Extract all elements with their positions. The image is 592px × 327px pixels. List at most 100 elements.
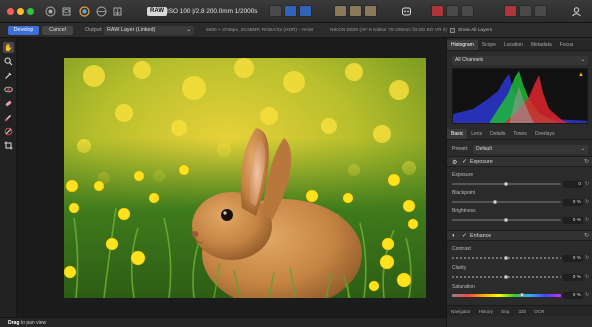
export-persona-icon[interactable] bbox=[111, 5, 123, 17]
photo-persona-icon[interactable] bbox=[44, 5, 56, 17]
exposure-slider-knob[interactable] bbox=[504, 182, 508, 186]
chevron-down-icon: ⌄ bbox=[580, 146, 585, 152]
clip-shadows-button[interactable] bbox=[364, 5, 377, 17]
enhance-shield-icon: ◐ bbox=[452, 233, 456, 239]
crop-icon bbox=[4, 141, 13, 150]
tab-navigator[interactable]: Navigator bbox=[447, 306, 475, 316]
arrange-button[interactable] bbox=[446, 5, 459, 17]
enhance-enable-checkbox[interactable]: ✓ bbox=[462, 232, 467, 241]
user-account-icon[interactable] bbox=[570, 5, 582, 17]
tab-snapshots[interactable]: Snp. bbox=[497, 306, 514, 316]
saturation-reset-icon[interactable]: ↻ bbox=[585, 292, 589, 299]
brightness-value[interactable]: 0 % bbox=[563, 217, 583, 224]
assistant-icon[interactable] bbox=[400, 5, 412, 17]
tab-details[interactable]: Details bbox=[486, 129, 509, 139]
enhance-section-header[interactable]: ◐ ✓ Enhance ↻ bbox=[447, 230, 592, 241]
tab-lens[interactable]: Lens bbox=[467, 129, 486, 139]
blackpoint-value[interactable]: 0 % bbox=[563, 199, 583, 206]
clip-midtones-button[interactable] bbox=[349, 5, 362, 17]
hand-tool[interactable]: ✋ bbox=[3, 42, 14, 53]
contrast-value[interactable]: 0 % bbox=[563, 255, 583, 262]
tab-32bit[interactable]: 32b bbox=[514, 306, 530, 316]
exposure-value[interactable]: 0 bbox=[563, 181, 583, 188]
tab-history[interactable]: History bbox=[475, 306, 497, 316]
white-balance-tool[interactable] bbox=[3, 70, 14, 81]
color-panel-button[interactable] bbox=[504, 5, 517, 17]
output-group bbox=[431, 5, 474, 17]
clarity-slider-knob[interactable] bbox=[504, 275, 508, 279]
channels-select[interactable]: All Channels ⌄ bbox=[452, 56, 588, 65]
develop-persona-icon[interactable] bbox=[78, 5, 90, 17]
zoom-tool[interactable] bbox=[3, 56, 14, 67]
tab-overlays[interactable]: Overlays bbox=[531, 129, 559, 139]
exposure-reset-icon[interactable]: ↻ bbox=[584, 158, 589, 167]
clipping-warning-icon[interactable]: ▲ bbox=[578, 72, 584, 78]
snapshot-button[interactable] bbox=[431, 5, 444, 17]
clip-highlights-button[interactable] bbox=[334, 5, 347, 17]
blackpoint-slider[interactable] bbox=[452, 201, 561, 203]
top-panel-tabs: Histogram Scope Location Metadata Focus bbox=[447, 40, 592, 51]
rabbit-photo bbox=[64, 58, 426, 298]
liquify-persona-icon[interactable] bbox=[60, 5, 72, 17]
clarity-value[interactable]: 0 % bbox=[563, 274, 583, 281]
output-select[interactable]: RAW Layer (Linked) ⌄ bbox=[104, 26, 194, 35]
cancel-button[interactable]: Cancel bbox=[42, 26, 73, 35]
saturation-slider-knob[interactable] bbox=[520, 293, 524, 297]
tab-location[interactable]: Location bbox=[500, 40, 527, 50]
enhance-reset-icon[interactable]: ↻ bbox=[584, 232, 589, 241]
show-all-layers-checkbox[interactable] bbox=[450, 28, 455, 33]
saturation-slider-label: Saturation bbox=[452, 284, 475, 290]
transform-button[interactable] bbox=[461, 5, 474, 17]
blackpoint-slider-knob[interactable] bbox=[493, 200, 497, 204]
contrast-reset-icon[interactable]: ↻ bbox=[585, 255, 589, 262]
develop-button[interactable]: Develop bbox=[8, 26, 39, 35]
layers-button[interactable] bbox=[534, 5, 547, 17]
tab-basic[interactable]: Basic bbox=[447, 129, 468, 139]
raw-badge: RAW bbox=[147, 7, 167, 16]
saturation-slider[interactable] bbox=[452, 294, 561, 297]
tab-scope[interactable]: Scope bbox=[478, 40, 500, 50]
blemish-tool[interactable] bbox=[3, 98, 14, 109]
eyedropper-icon bbox=[5, 72, 12, 79]
red-eye-icon bbox=[4, 86, 13, 93]
top-toolbar: RAW ISO 100 |/2.8 200.0mm 1/2000s bbox=[0, 0, 592, 23]
exposure-section-header[interactable]: ⚙ ✓ Exposure ↻ bbox=[447, 156, 592, 167]
camera-info: NIKON D500 (AF-S Nikkor 70-200mm f/2.8G … bbox=[330, 28, 448, 33]
preset-value: Default bbox=[476, 146, 492, 152]
chevron-down-icon: ⌄ bbox=[580, 57, 585, 63]
split-view-button[interactable] bbox=[269, 5, 282, 17]
tab-focus[interactable]: Focus bbox=[556, 40, 578, 50]
tab-tones[interactable]: Tones bbox=[509, 129, 530, 139]
red-eye-tool[interactable] bbox=[3, 84, 14, 95]
exposure-reset-icon[interactable]: ↻ bbox=[585, 181, 589, 188]
brightness-reset-icon[interactable]: ↻ bbox=[585, 217, 589, 224]
tab-metadata[interactable]: Metadata bbox=[527, 40, 556, 50]
image-info: 5690 × 3728px, 20.66MP, RGBA/32 (HDR) – … bbox=[206, 28, 314, 33]
close-window-button[interactable] bbox=[7, 8, 14, 15]
status-bold-word: Drag bbox=[8, 320, 20, 326]
tab-ocr[interactable]: OCR bbox=[530, 306, 548, 316]
swatches-button[interactable] bbox=[519, 5, 532, 17]
saturation-value[interactable]: 0 % bbox=[563, 292, 583, 299]
contrast-slider-knob[interactable] bbox=[504, 256, 508, 260]
crop-tool[interactable] bbox=[3, 140, 14, 151]
tab-histogram[interactable]: Histogram bbox=[447, 40, 478, 50]
exposure-enable-checkbox[interactable]: ✓ bbox=[462, 158, 467, 167]
exif-readout: ISO 100 |/2.8 200.0mm 1/2000s bbox=[167, 8, 258, 15]
exposure-title: Exposure bbox=[470, 159, 493, 165]
mirror-view-button[interactable] bbox=[284, 5, 297, 17]
preset-select[interactable]: Default ⌄ bbox=[473, 145, 588, 154]
tone-mapping-persona-icon[interactable] bbox=[95, 5, 107, 17]
zoom-window-button[interactable] bbox=[27, 8, 34, 15]
blackpoint-reset-icon[interactable]: ↻ bbox=[585, 199, 589, 206]
canvas-area[interactable] bbox=[17, 38, 446, 317]
minimize-window-button[interactable] bbox=[17, 8, 24, 15]
clarity-reset-icon[interactable]: ↻ bbox=[585, 274, 589, 281]
clipping-group bbox=[334, 5, 377, 17]
exposure-slider-label: Exposure bbox=[452, 172, 474, 178]
single-view-button[interactable] bbox=[299, 5, 312, 17]
overlay-tool[interactable] bbox=[3, 126, 14, 137]
studio-group bbox=[504, 5, 547, 17]
brush-tool[interactable] bbox=[3, 112, 14, 123]
brightness-slider-knob[interactable] bbox=[504, 218, 508, 222]
